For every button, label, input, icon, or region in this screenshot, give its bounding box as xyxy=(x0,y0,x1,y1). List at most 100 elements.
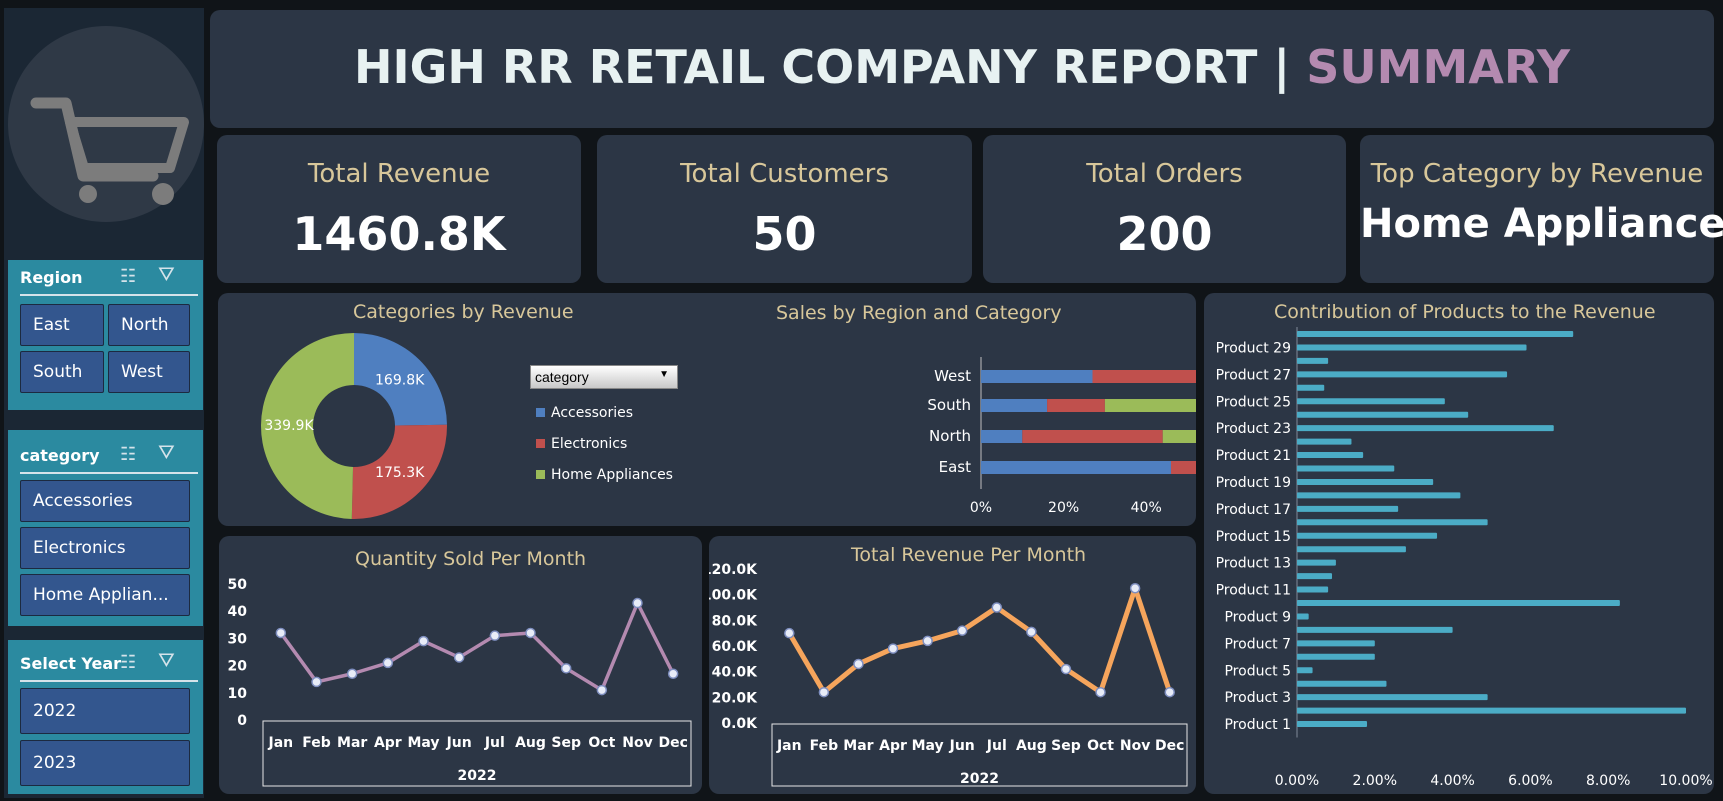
cart-icon xyxy=(30,97,189,205)
category-home-appliances-button[interactable]: Home Applian... xyxy=(20,574,190,616)
product-bar xyxy=(1297,546,1406,553)
product-bar xyxy=(1297,680,1387,687)
y-tick-label: 80.0K xyxy=(712,613,759,629)
category-accessories-button[interactable]: Accessories xyxy=(20,480,190,522)
revenue-line-chart: 0.0K 20.0K 40.0K 60.0K 80.0K 100.0K 120.0K Jan F… xyxy=(709,562,1188,787)
clear-filter-icon[interactable]: ⛛ xyxy=(158,264,175,287)
donut-data-label: 169.8K xyxy=(375,373,425,389)
x-tick-label: Dec xyxy=(658,735,687,751)
product-bar xyxy=(1297,532,1438,539)
y-tick-label: 20 xyxy=(228,659,248,675)
kpi-label: Total Revenue xyxy=(307,159,491,189)
y-tick-label: 20.0K xyxy=(712,690,759,706)
x-tick-label: Sep xyxy=(1051,738,1081,754)
category-tick-label: North xyxy=(929,427,971,445)
multi-select-icon[interactable]: ☷ xyxy=(120,444,136,465)
region-slicer-title: Region xyxy=(20,268,83,287)
product-contribution-panel: Contribution of Products to the Revenue … xyxy=(1204,293,1714,794)
product-bar xyxy=(1297,707,1686,714)
title-separator: | xyxy=(1273,40,1291,94)
legend-item-accessories: Accessories xyxy=(536,397,673,428)
region-north-button[interactable]: North xyxy=(108,304,190,346)
y-tick-label: 0 xyxy=(237,713,247,729)
stacked-bar-segment xyxy=(1104,399,1196,412)
kpi-total-customers: Total Customers 50 xyxy=(597,135,972,283)
stacked-bar-segment xyxy=(1170,461,1196,474)
product-bar xyxy=(1297,384,1325,391)
clear-filter-icon[interactable]: ⛛ xyxy=(158,650,175,673)
series-line xyxy=(279,601,675,692)
category-tick-label: East xyxy=(939,458,971,476)
product-bar xyxy=(1297,519,1488,526)
product-tick-label: Product 21 xyxy=(1216,448,1291,464)
x-tick-label: Nov xyxy=(622,735,652,751)
region-slicer: Region ☷ ⛛ East North South West xyxy=(8,260,203,410)
x-tick-label: Nov xyxy=(1120,738,1150,754)
data-point xyxy=(560,663,572,674)
product-bar xyxy=(1297,452,1364,459)
stacked-bar-segment xyxy=(981,399,1048,412)
category-slicer: category ☷ ⛛ Accessories Electronics Hom… xyxy=(8,430,203,626)
data-point xyxy=(525,627,536,639)
year-slicer-title: Select Year xyxy=(20,654,122,673)
y-tick-label: 100.0K xyxy=(709,588,758,604)
data-point xyxy=(784,627,795,639)
region-east-button[interactable]: East xyxy=(20,304,104,346)
x-tick-label: Jul xyxy=(986,738,1007,754)
x-tick-label: May xyxy=(407,735,439,751)
year-2023-button[interactable]: 2023 xyxy=(20,740,190,786)
category-dropdown[interactable]: category ▼ xyxy=(530,365,678,389)
header-banner: HIGH RR RETAIL COMPANY REPORT | SUMMARY xyxy=(210,10,1714,128)
multi-select-icon[interactable]: ☷ xyxy=(120,652,136,673)
stacked-bar-segment xyxy=(1047,399,1105,412)
data-point xyxy=(1129,583,1141,594)
clear-filter-icon[interactable]: ⛛ xyxy=(158,442,175,465)
data-point xyxy=(632,597,643,609)
x-tick-label: Jan xyxy=(776,738,802,754)
product-tick-label: Product 9 xyxy=(1224,609,1291,625)
stacked-bar-chart: WestSouthNorthEast0%20%40%60%80%100% xyxy=(927,357,1196,516)
data-point xyxy=(1164,686,1175,698)
product-tick-label: Product 27 xyxy=(1216,367,1291,383)
data-point xyxy=(346,668,358,680)
legend-swatch xyxy=(536,408,545,417)
kpi-total-revenue: Total Revenue 1460.8K xyxy=(217,135,581,283)
data-point xyxy=(418,635,429,647)
product-bar xyxy=(1297,721,1368,728)
data-point xyxy=(922,635,933,647)
legend-swatch xyxy=(536,470,545,479)
y-tick-label: 10 xyxy=(228,686,248,702)
kpi-value: 50 xyxy=(752,207,817,261)
product-bar xyxy=(1297,371,1508,378)
revenue-panel: Total Revenue Per Month 0.0K 20.0K 40.0K 60… xyxy=(709,536,1196,794)
x-tick-label: Jun xyxy=(949,738,975,754)
product-tick-label: Product 13 xyxy=(1216,556,1291,572)
year-2022-button[interactable]: 2022 xyxy=(20,688,190,734)
kpi-value: 1460.8K xyxy=(292,207,506,261)
quantity-panel: Quantity Sold Per Month 0 10 20 30 40 50 Jan Fe… xyxy=(219,536,702,794)
legend-label: Home Appliances xyxy=(551,466,673,483)
product-bar-chart: Product 1 Product 3 Product 5 Product 7 Prod… xyxy=(1216,327,1713,789)
kpi-label: Total Customers xyxy=(680,159,889,189)
y-tick-label: 60.0K xyxy=(712,639,759,655)
stacked-bar-segment xyxy=(981,461,1171,474)
region-south-button[interactable]: South xyxy=(20,351,104,393)
data-point xyxy=(275,627,287,639)
x-tick-label: Feb xyxy=(302,735,331,751)
category-electronics-button[interactable]: Electronics xyxy=(20,527,190,569)
multi-select-icon[interactable]: ☷ xyxy=(120,266,136,287)
category-tick-label: West xyxy=(934,367,971,385)
product-bar xyxy=(1297,492,1461,499)
chart-legend: Accessories Electronics Home Appliances xyxy=(536,397,673,490)
product-tick-label: Product 7 xyxy=(1224,636,1291,652)
product-tick-label: Product 29 xyxy=(1216,340,1291,356)
slicer-divider xyxy=(20,294,198,296)
x-tick-label: 0.00% xyxy=(1275,773,1319,789)
product-bar xyxy=(1297,640,1375,647)
data-point xyxy=(887,643,899,654)
product-tick-label: Product 23 xyxy=(1216,421,1291,437)
x-tick-label: 6.00% xyxy=(1508,773,1552,789)
product-bar xyxy=(1297,573,1333,580)
data-point xyxy=(818,686,830,698)
region-west-button[interactable]: West xyxy=(108,351,190,393)
